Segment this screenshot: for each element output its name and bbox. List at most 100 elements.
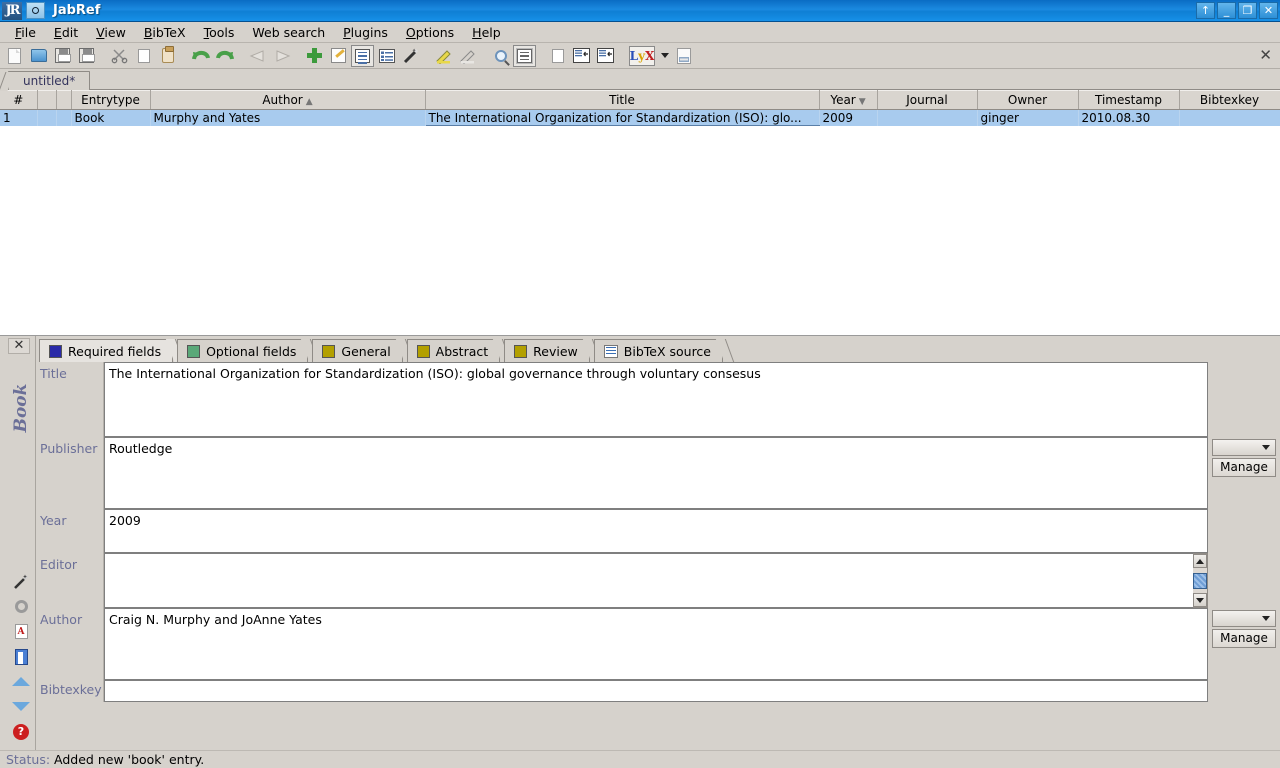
menu-file[interactable]: File (6, 23, 45, 42)
cell-bibtexkey (1179, 109, 1280, 126)
pdf-page-glyph (677, 47, 691, 64)
menu-view[interactable]: View (87, 23, 135, 42)
column-number[interactable]: # (0, 90, 38, 110)
scrollbar-thumb[interactable] (1193, 572, 1207, 589)
tab-bibtex-source[interactable]: BibTeX source (593, 339, 723, 362)
forward-icon[interactable] (270, 45, 293, 67)
shade-window-button[interactable]: ↑ (1196, 2, 1215, 19)
preview-entry-icon[interactable] (351, 44, 374, 67)
optional-fields-color-swatch-icon (187, 344, 201, 358)
column-title[interactable]: Title (425, 90, 820, 110)
lyx-dropdown-arrow[interactable] (658, 45, 672, 67)
column-author[interactable]: Author ▲ (150, 90, 426, 110)
field-author-input[interactable]: Craig N. Murphy and JoAnne Yates (104, 608, 1208, 680)
menu-web-search[interactable]: Web search (243, 23, 334, 42)
publisher-manage-button[interactable]: Manage (1212, 458, 1276, 477)
table-row[interactable]: 1 Book Murphy and Yates The Internationa… (0, 109, 1280, 126)
column-bibtexkey[interactable]: Bibtexkey (1179, 90, 1280, 110)
search-icon[interactable] (489, 45, 512, 67)
editor-field-scrollbar[interactable] (1193, 553, 1208, 608)
close-window-button[interactable]: ✕ (1259, 2, 1278, 19)
paste-icon[interactable] (156, 45, 179, 67)
main-toolbar: ✦ L y X ✕ (0, 43, 1280, 69)
tab-required-fields[interactable]: Required fields (39, 339, 174, 362)
menu-bibtex[interactable]: BibTeX (135, 23, 195, 42)
autoset-fields-icon[interactable]: ✦ (399, 45, 422, 67)
publisher-dropdown[interactable] (1212, 439, 1276, 456)
menu-tools[interactable]: Tools (195, 23, 244, 42)
entry-table: # Entrytype Author ▲ Title Year ▼ Journal … (0, 90, 1280, 336)
edit-entry-icon[interactable] (327, 45, 350, 67)
push-to-application-icon[interactable] (570, 45, 593, 67)
menu-help[interactable]: Help (463, 23, 510, 42)
push-to-application-2-icon[interactable] (594, 45, 617, 67)
menu-bibtex-rest: ibTeX (152, 24, 186, 40)
menu-options[interactable]: Options (397, 23, 463, 42)
open-database-icon[interactable] (27, 45, 50, 67)
author-dropdown[interactable] (1212, 610, 1276, 627)
tab-abstract[interactable]: Abstract (406, 339, 501, 362)
tab-general[interactable]: General (312, 339, 403, 362)
tab-review[interactable]: Review (504, 339, 590, 362)
column-journal[interactable]: Journal (877, 90, 978, 110)
minimize-window-button[interactable]: _ (1217, 2, 1236, 19)
redo-icon[interactable] (213, 45, 236, 67)
help-icon[interactable]: ? (11, 719, 31, 744)
tab-optional-fields[interactable]: Optional fields (177, 339, 309, 362)
save-as-icon[interactable] (75, 45, 98, 67)
menu-plugins[interactable]: Plugins (334, 23, 397, 42)
tab-bibtex-source-label: BibTeX source (623, 343, 711, 359)
file-tab-untitled[interactable]: untitled* (8, 71, 91, 90)
column-year[interactable]: Year ▼ (819, 90, 878, 110)
field-editor-input[interactable] (104, 553, 1193, 608)
source-lines-icon (603, 344, 618, 358)
open-file-icon[interactable] (11, 644, 31, 669)
unmark-entries-icon[interactable] (456, 45, 479, 67)
field-publisher-input[interactable]: Routledge (104, 437, 1208, 509)
column-timestamp[interactable]: Timestamp (1078, 90, 1180, 110)
menu-edit[interactable]: Edit (45, 23, 87, 42)
mark-entries-icon[interactable] (432, 45, 455, 67)
entry-editor-tabs: Required fields Optional fields General … (36, 336, 1280, 362)
toggle-groups-icon[interactable] (375, 45, 398, 67)
new-entry-icon[interactable] (303, 45, 326, 67)
cell-year: 2009 (819, 109, 878, 126)
scroll-down-button[interactable] (1193, 593, 1207, 607)
field-year-input[interactable]: 2009 (104, 509, 1208, 553)
field-year-label: Year (36, 509, 104, 553)
save-database-icon[interactable] (51, 45, 74, 67)
previous-entry-icon[interactable] (11, 669, 31, 694)
close-editor-icon[interactable]: ✕ (8, 338, 30, 354)
undo-icon[interactable] (189, 45, 212, 67)
scroll-up-button[interactable] (1193, 554, 1207, 568)
lyx-push-button[interactable]: LyX (627, 45, 657, 67)
column-icon-1[interactable] (37, 90, 57, 110)
entry-editor-body: Required fields Optional fields General … (36, 336, 1280, 750)
open-pdf-icon[interactable]: A (11, 619, 31, 644)
toggle-preview-icon[interactable] (513, 44, 536, 67)
cut-icon[interactable] (108, 45, 131, 67)
tab-review-label: Review (533, 343, 578, 359)
back-icon[interactable] (246, 45, 269, 67)
column-icon-2[interactable] (56, 90, 72, 110)
next-entry-icon[interactable] (11, 694, 31, 719)
auto-generate-bibtexkey-icon[interactable] (11, 569, 31, 594)
maximize-window-button[interactable]: ❐ (1238, 2, 1257, 19)
new-database-icon[interactable] (3, 45, 26, 67)
menu-help-rest: elp (481, 24, 501, 40)
column-entrytype[interactable]: Entrytype (71, 90, 151, 110)
field-title-input[interactable]: The International Organization for Stand… (104, 362, 1208, 437)
author-manage-button[interactable]: Manage (1212, 629, 1276, 648)
field-publisher-label: Publisher (36, 437, 104, 509)
column-owner[interactable]: Owner (977, 90, 1079, 110)
copy-bibtexkey-icon[interactable] (546, 45, 570, 67)
close-toolbar-icon[interactable]: ✕ (1259, 46, 1272, 64)
write-xmp-icon[interactable] (673, 45, 696, 67)
field-author: Author Craig N. Murphy and JoAnne Yates … (36, 608, 1280, 680)
copy-icon[interactable] (132, 45, 156, 67)
menu-options-rest: ptions (415, 24, 455, 40)
magic-wand-glyph-2 (14, 574, 28, 589)
field-bibtexkey-input[interactable] (104, 680, 1208, 702)
window-menu-button[interactable] (26, 2, 45, 19)
settings-icon[interactable] (11, 594, 31, 619)
